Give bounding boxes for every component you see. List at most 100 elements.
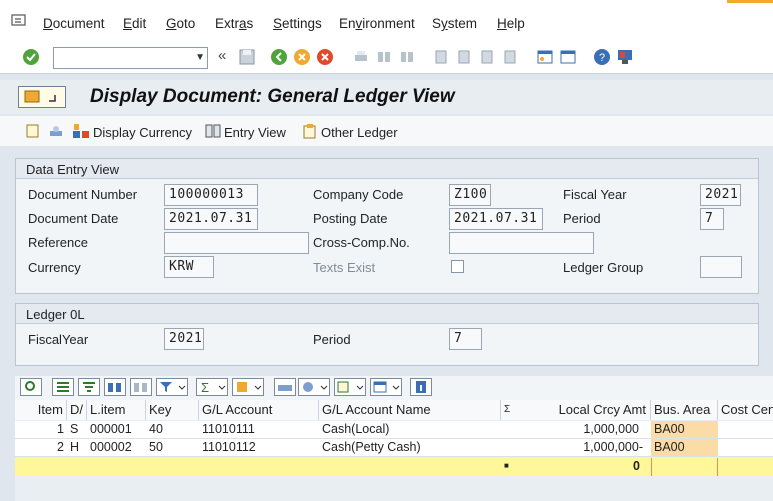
- menu-settings[interactable]: Settings: [273, 16, 322, 31]
- menu-icon[interactable]: [11, 14, 27, 31]
- first-page-icon[interactable]: [432, 48, 452, 68]
- entry-view-button[interactable]: Entry View: [205, 123, 286, 142]
- export-icon[interactable]: [334, 378, 366, 396]
- column-header-gl-account-name[interactable]: G/L Account Name: [319, 400, 501, 420]
- print-preview-icon[interactable]: [274, 378, 296, 396]
- svg-text:Σ: Σ: [201, 380, 209, 395]
- cell-litem: 000001: [90, 422, 132, 436]
- reference-field[interactable]: [164, 232, 309, 254]
- find-next-grid-icon[interactable]: [130, 378, 152, 396]
- menu-extras[interactable]: Extras: [215, 16, 253, 31]
- posting-date-field[interactable]: 2021.07.31: [449, 208, 543, 230]
- cell-bus-area[interactable]: BA00: [651, 439, 718, 456]
- cancel-icon[interactable]: [316, 48, 336, 68]
- menu-system[interactable]: System: [432, 16, 477, 31]
- posting-date-label: Posting Date: [313, 211, 388, 226]
- details-icon[interactable]: [20, 378, 42, 396]
- column-header-litem[interactable]: L.item: [87, 400, 146, 420]
- column-header-item[interactable]: Item: [15, 400, 67, 420]
- reference-label: Reference: [28, 235, 88, 250]
- currency-icon: [72, 123, 90, 142]
- print-icon[interactable]: [352, 48, 372, 68]
- sort-ascending-icon[interactable]: [52, 378, 74, 396]
- menu-goto[interactable]: Goto: [166, 16, 195, 31]
- back-arrows-icon[interactable]: «: [218, 47, 226, 64]
- line-item-grid: Item D/ L.item Key G/L Account G/L Accou…: [15, 400, 773, 501]
- table-row[interactable]: 1 S 000001 40 11010111 Cash(Local) 1,000…: [15, 421, 773, 439]
- ledger-period-label: Period: [313, 332, 351, 347]
- total-row: ■ 0: [15, 458, 773, 476]
- save-icon[interactable]: [238, 48, 258, 68]
- fiscal-year-label: Fiscal Year: [563, 187, 627, 202]
- enter-icon[interactable]: [22, 48, 42, 68]
- exit-icon[interactable]: [293, 48, 313, 68]
- menu-document[interactable]: Document: [43, 16, 105, 31]
- column-header-dc[interactable]: D/: [67, 400, 87, 420]
- fiscal-year-field[interactable]: 2021: [700, 184, 741, 206]
- customize-layout-icon[interactable]: [616, 48, 636, 68]
- cross-comp-field[interactable]: [449, 232, 594, 254]
- command-field[interactable]: ▼: [53, 47, 208, 69]
- filter-icon[interactable]: [156, 378, 188, 396]
- ledger-fiscal-year-label: FiscalYear: [28, 332, 89, 347]
- back-icon[interactable]: [270, 48, 290, 68]
- column-header-bus-area[interactable]: Bus. Area: [651, 400, 718, 420]
- find-icon[interactable]: [375, 48, 395, 68]
- menu-edit[interactable]: Edit: [123, 16, 146, 31]
- next-page-icon[interactable]: [478, 48, 498, 68]
- ledger-group-field[interactable]: [700, 256, 742, 278]
- previous-page-icon[interactable]: [455, 48, 475, 68]
- subtotal-icon[interactable]: [232, 378, 264, 396]
- document-number-field[interactable]: 100000013: [164, 184, 258, 206]
- last-page-icon[interactable]: [501, 48, 521, 68]
- cell-gl-account: 11010111: [202, 422, 255, 436]
- sum-icon[interactable]: Σ: [196, 378, 228, 396]
- document-number-label: Document Number: [28, 187, 138, 202]
- column-header-cost-center[interactable]: Cost Cent: [718, 400, 773, 420]
- display-change-icon[interactable]: [25, 123, 41, 139]
- views-icon[interactable]: [298, 378, 330, 396]
- cell-litem: 000002: [90, 440, 132, 454]
- table-row[interactable]: 2 H 000002 50 11010112 Cash(Petty Cash) …: [15, 439, 773, 457]
- sum-marker: Σ: [504, 404, 511, 415]
- texts-exist-checkbox[interactable]: [451, 260, 464, 273]
- sort-descending-icon[interactable]: [78, 378, 100, 396]
- local-amount-label: Local Crcy Amt: [558, 402, 646, 417]
- shortcut-icon[interactable]: [559, 48, 579, 68]
- cell-gl-account-name: Cash(Petty Cash): [322, 440, 421, 454]
- currency-field[interactable]: KRW: [164, 256, 214, 278]
- menu-environment[interactable]: Environment: [339, 16, 415, 31]
- data-entry-view-heading: Data Entry View: [16, 159, 758, 179]
- other-ledger-label: Other Ledger: [321, 125, 398, 140]
- company-code-field[interactable]: Z100: [449, 184, 491, 206]
- column-header-key[interactable]: Key: [146, 400, 199, 420]
- cell-key: 50: [149, 440, 163, 454]
- column-header-local-amount[interactable]: Σ Local Crcy Amt: [501, 400, 651, 420]
- document-menu-icon[interactable]: [18, 86, 66, 108]
- layout-icon[interactable]: [370, 378, 402, 396]
- cell-local-amount: 1,000,000: [583, 422, 639, 436]
- ledger-fiscal-year-field[interactable]: 2021: [164, 328, 204, 350]
- ledger-group-label: Ledger Group: [563, 260, 644, 275]
- information-icon[interactable]: [410, 378, 432, 396]
- other-ledger-button[interactable]: Other Ledger: [302, 123, 398, 142]
- cell-gl-account-name: Cash(Local): [322, 422, 390, 436]
- cell-key: 40: [149, 422, 163, 436]
- find-grid-icon[interactable]: [104, 378, 126, 396]
- display-other-icon[interactable]: [48, 123, 64, 139]
- document-date-field[interactable]: 2021.07.31: [164, 208, 258, 230]
- company-code-label: Company Code: [313, 187, 404, 202]
- help-icon[interactable]: ?: [593, 48, 613, 68]
- chevron-down-icon[interactable]: ▼: [195, 52, 205, 63]
- create-session-icon[interactable]: [536, 48, 556, 68]
- period-field[interactable]: 7: [700, 208, 724, 230]
- cell-bus-area[interactable]: BA00: [651, 421, 718, 438]
- entry-view-label: Entry View: [224, 125, 286, 140]
- ledger-period-field[interactable]: 7: [449, 328, 482, 350]
- total-marker: ■: [504, 461, 509, 470]
- find-next-icon[interactable]: [398, 48, 418, 68]
- menu-help[interactable]: Help: [497, 16, 525, 31]
- display-currency-button[interactable]: Display Currency: [72, 123, 192, 142]
- entry-view-icon: [205, 123, 221, 142]
- column-header-gl-account[interactable]: G/L Account: [199, 400, 319, 420]
